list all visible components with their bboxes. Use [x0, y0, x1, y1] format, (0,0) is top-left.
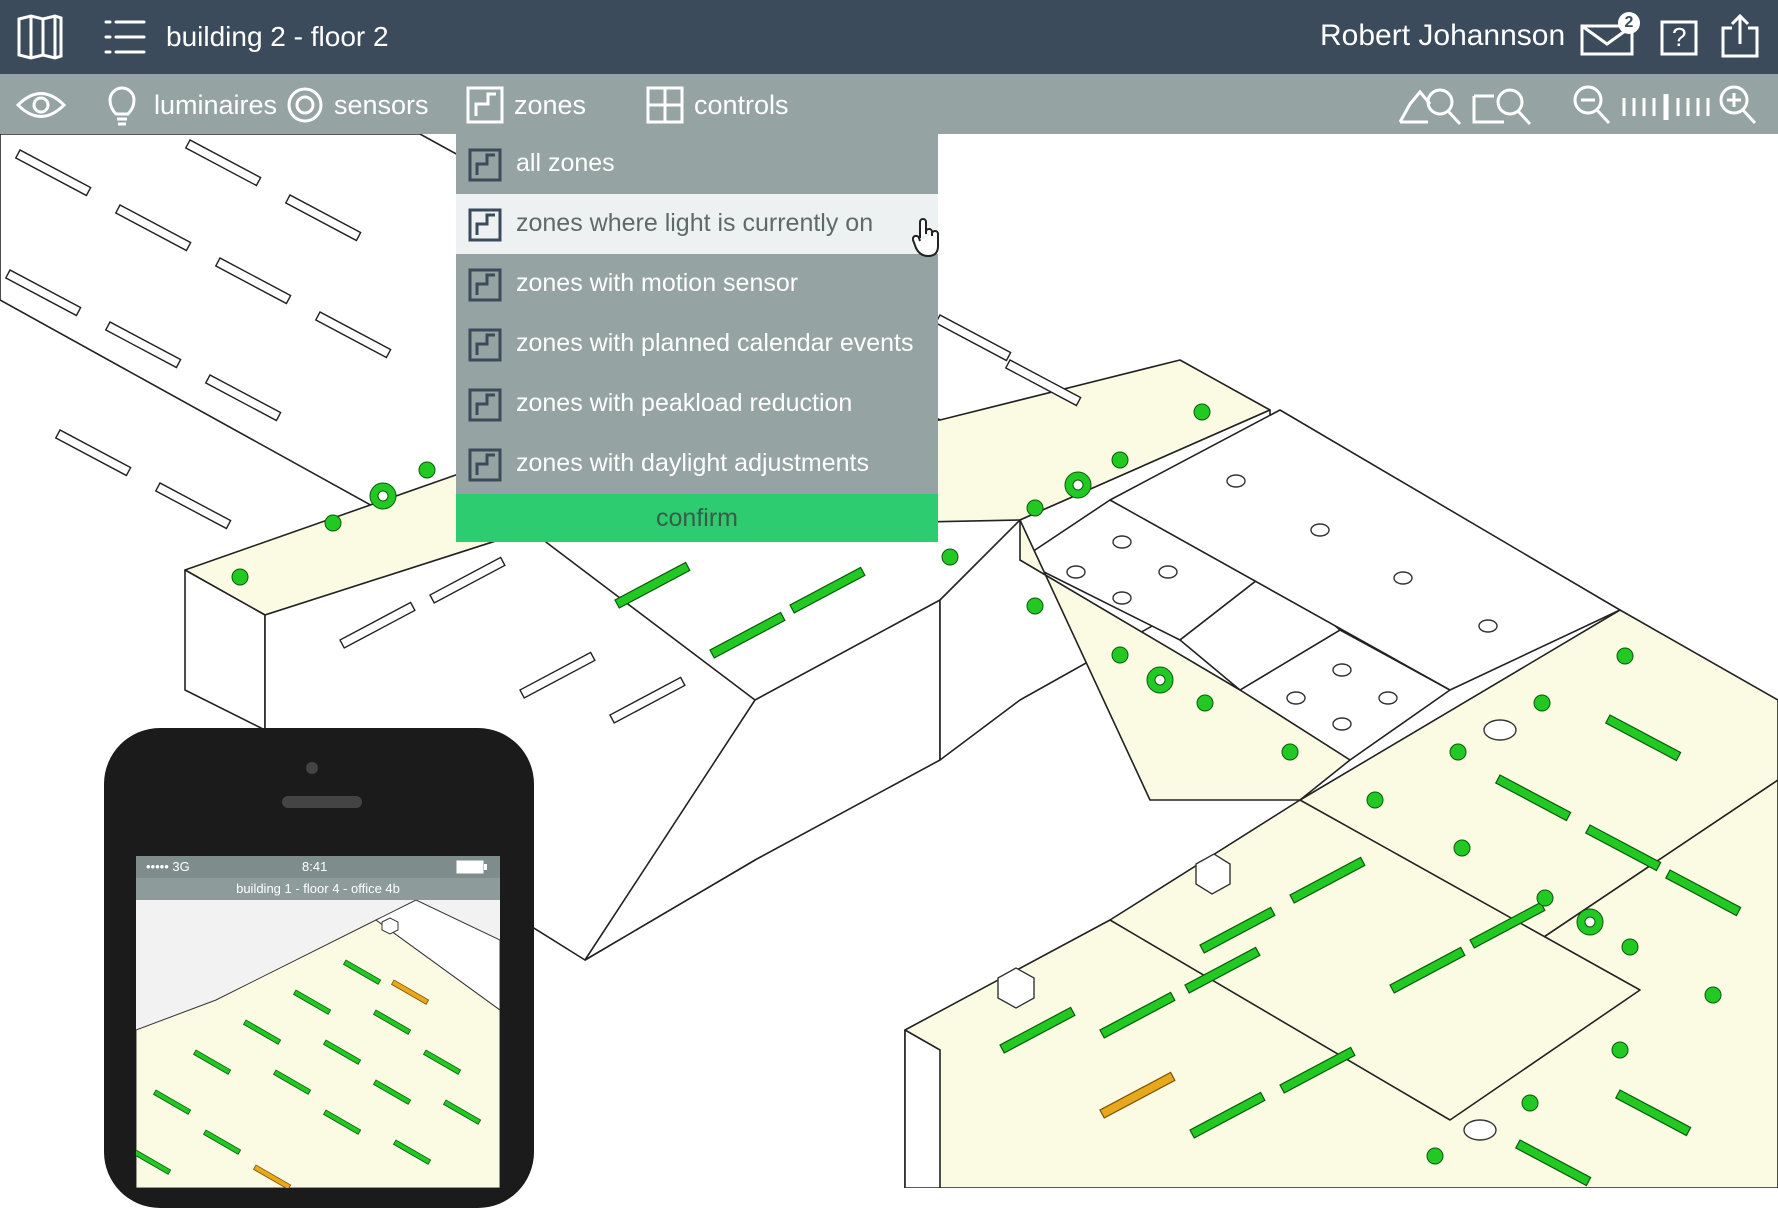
- confirm-button[interactable]: confirm: [456, 494, 938, 542]
- zones-icon: [468, 448, 502, 487]
- zones-icon: [468, 208, 502, 247]
- toolbar-controls[interactable]: controls: [694, 90, 789, 121]
- zones-icon: [468, 388, 502, 427]
- phone-speaker: [282, 796, 362, 808]
- grid-icon[interactable]: [646, 86, 684, 124]
- phone-location-title: building 1 - floor 4 - office 4b: [136, 878, 500, 900]
- dropdown-item-all-zones[interactable]: all zones: [456, 134, 938, 194]
- phone-screen: ••••• 3G 8:41 building 1 - floor 4 - off…: [136, 856, 500, 1188]
- toolbar-luminaires[interactable]: luminaires: [154, 90, 277, 121]
- zoom-in-icon[interactable]: [1718, 84, 1760, 126]
- zones-dropdown: all zones zones where light is currently…: [456, 134, 938, 542]
- top-bar: building 2 - floor 2 Robert Johannson 2 …: [0, 0, 1778, 74]
- dropdown-item-peakload[interactable]: zones with peakload reduction: [456, 374, 938, 434]
- phone-camera: [304, 760, 320, 776]
- zoom-out-icon[interactable]: [1572, 84, 1612, 126]
- dropdown-item-motion-sensor[interactable]: zones with motion sensor: [456, 254, 938, 314]
- phone-signal: ••••• 3G: [146, 859, 190, 874]
- battery-icon: [456, 860, 488, 874]
- dropdown-item-lights-on[interactable]: zones where light is currently on: [456, 194, 938, 254]
- view-3d-search-icon[interactable]: [1398, 82, 1464, 128]
- phone-room-view: [136, 900, 500, 1188]
- view-2d-search-icon[interactable]: [1472, 82, 1534, 128]
- phone-status-bar: ••••• 3G 8:41: [136, 856, 500, 878]
- bulb-icon[interactable]: [108, 86, 136, 126]
- zones-icon[interactable]: [466, 86, 504, 124]
- dropdown-item-daylight[interactable]: zones with daylight adjustments: [456, 434, 938, 494]
- dropdown-item-calendar-events[interactable]: zones with planned calendar events: [456, 314, 938, 374]
- map-icon[interactable]: [16, 14, 64, 60]
- share-icon[interactable]: [1720, 14, 1760, 58]
- toolbar-sensors[interactable]: sensors: [334, 90, 429, 121]
- toolbar: luminaires sensors zones controls: [0, 74, 1778, 134]
- toolbar-zones[interactable]: zones: [514, 90, 586, 121]
- zones-icon: [468, 268, 502, 307]
- zoom-slider[interactable]: [1620, 92, 1712, 120]
- location-title[interactable]: building 2 - floor 2: [166, 21, 389, 53]
- menu-icon[interactable]: [104, 18, 146, 56]
- user-name[interactable]: Robert Johannson: [1320, 19, 1565, 53]
- eye-icon[interactable]: [16, 90, 66, 120]
- phone-time: 8:41: [302, 859, 328, 874]
- hand-cursor-icon: [912, 216, 942, 260]
- zones-icon: [468, 328, 502, 367]
- help-label: ?: [1672, 22, 1687, 52]
- zones-icon: [468, 148, 502, 187]
- mail-count-badge: 2: [1618, 12, 1640, 34]
- sensor-icon[interactable]: [286, 86, 324, 124]
